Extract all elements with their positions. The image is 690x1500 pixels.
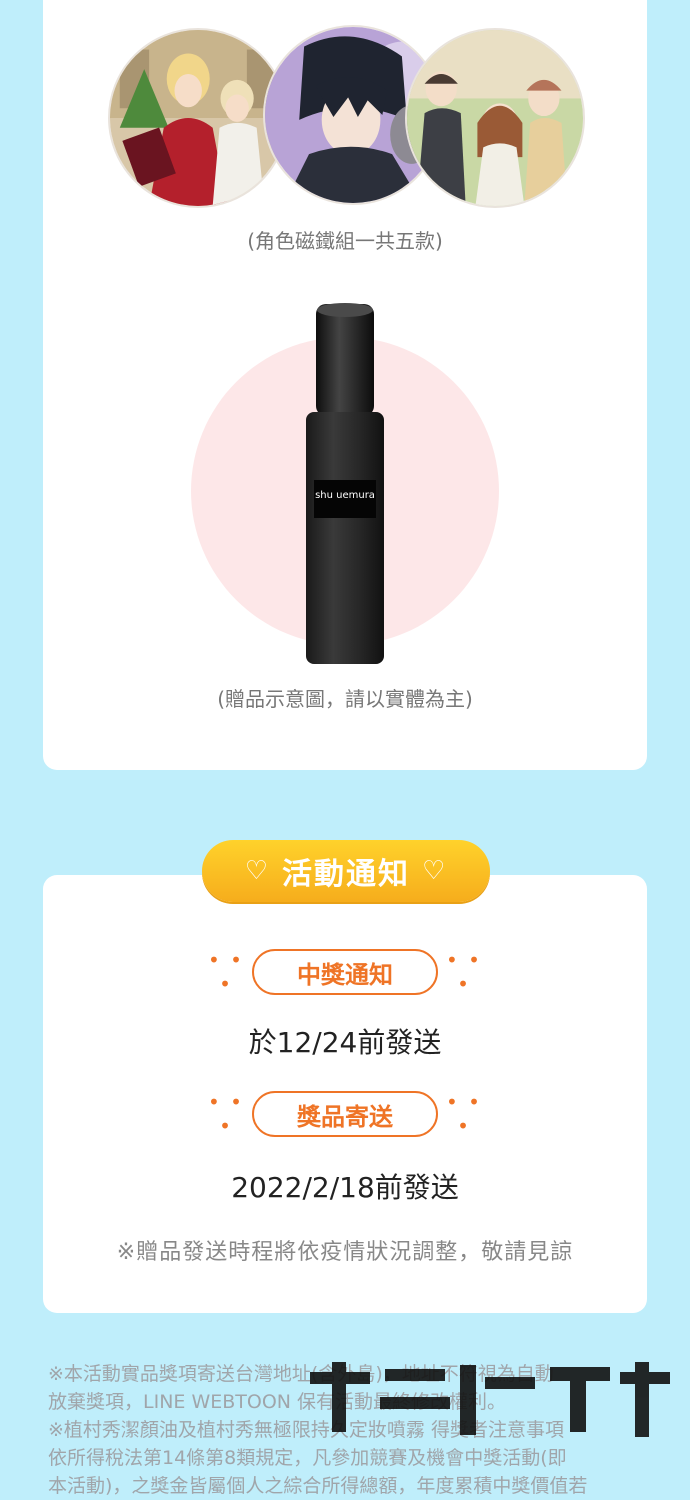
schedule-remark: ※贈品發送時程將依疫情狀況調整，敬請見諒 bbox=[116, 1240, 574, 1265]
watermark-logo bbox=[310, 1362, 670, 1437]
product-bottle-image bbox=[306, 303, 384, 664]
win-notice-row: • • • 中獎通知 • • • bbox=[0, 948, 690, 996]
magnet-image-royal-couple bbox=[108, 28, 288, 208]
magnet-image-friends bbox=[405, 28, 585, 208]
dots-right-icon: • • • bbox=[446, 1090, 482, 1138]
magnet-caption: (角色磁鐵組一共五款) bbox=[247, 229, 443, 253]
win-notice-date: 於12/24前發送 bbox=[248, 1026, 442, 1059]
heart-right-icon: ♡ bbox=[422, 856, 448, 886]
notice-title: 活動通知 bbox=[282, 857, 410, 892]
shipping-date: 2022/2/18前發送 bbox=[231, 1171, 459, 1204]
dots-left-icon: • • • bbox=[208, 948, 244, 996]
dots-right-icon: • • • bbox=[446, 948, 482, 996]
dots-left-icon: • • • bbox=[208, 1090, 244, 1138]
heart-left-icon: ♡ bbox=[244, 856, 270, 886]
bottle-label: shu uemura bbox=[315, 490, 375, 501]
notice-title-badge: ♡ 活動通知 ♡ bbox=[202, 840, 490, 902]
bottle-caption: (贈品示意圖，請以實體為主) bbox=[217, 687, 473, 711]
win-notice-label: 中獎通知 bbox=[252, 949, 438, 995]
shipping-label: 獎品寄送 bbox=[252, 1091, 438, 1137]
shipping-row: • • • 獎品寄送 • • • bbox=[0, 1090, 690, 1138]
